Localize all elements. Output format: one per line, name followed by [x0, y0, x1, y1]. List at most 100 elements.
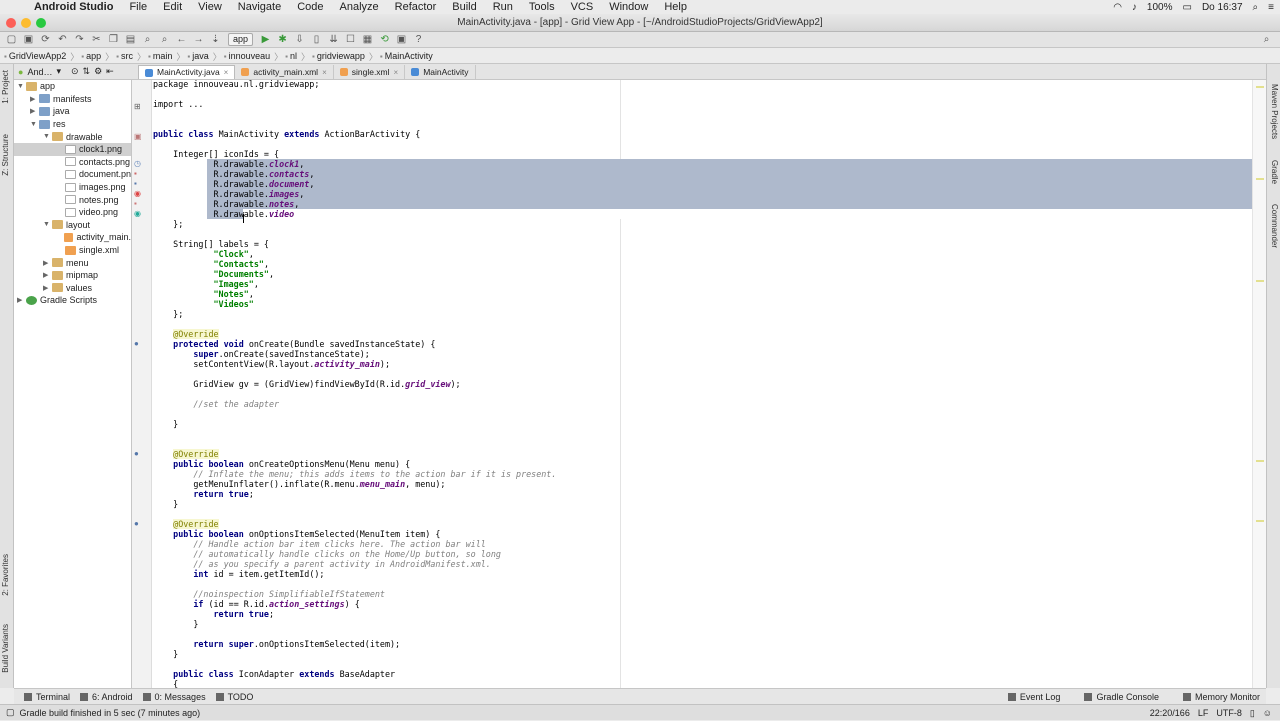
code-line[interactable]: setContentView(R.layout.activity_main);	[153, 359, 1253, 369]
breadcrumb-item[interactable]: ▪ java 〉	[187, 50, 221, 63]
avd-manager-icon[interactable]: ▯	[309, 33, 324, 46]
maven-projects-tool-tab[interactable]: Maven Projects	[1270, 84, 1279, 139]
menu-tools[interactable]: Tools	[529, 1, 555, 13]
chevron-down-icon[interactable]: ▼	[43, 133, 52, 140]
bottom-tool-android[interactable]: 6: Android	[80, 692, 133, 702]
code-line[interactable]	[153, 439, 1253, 449]
tree-item[interactable]: notes.png	[14, 193, 131, 206]
code-line[interactable]: return super.onOptionsItemSelected(item)…	[153, 639, 1253, 649]
collapse-icon[interactable]: ⇅	[83, 66, 91, 77]
code-line[interactable]	[153, 119, 1253, 129]
menu-app-name[interactable]: Android Studio	[34, 1, 113, 13]
breadcrumb-item[interactable]: ▪ gridviewapp 〉	[312, 50, 378, 63]
code-line[interactable]: import ...	[153, 99, 1253, 109]
cut-icon[interactable]: ✂	[89, 33, 104, 46]
project-tool-tab[interactable]: 1: Project	[1, 70, 10, 104]
close-icon[interactable]: ×	[394, 66, 399, 79]
tree-item[interactable]: ▶ Gradle Scripts	[14, 294, 131, 307]
code-line[interactable]: R.drawable.images,	[153, 189, 1253, 199]
open-icon[interactable]: ▢	[4, 33, 19, 46]
line-separator[interactable]: LF	[1198, 708, 1209, 718]
run-configuration-select[interactable]: app	[228, 33, 254, 46]
override-marker-icon[interactable]: ●	[134, 519, 139, 528]
battery-icon[interactable]: ▭	[1183, 2, 1192, 13]
back-icon[interactable]: ←	[174, 33, 189, 46]
warning-stripe-mark[interactable]	[1256, 280, 1264, 282]
code-line[interactable]	[153, 409, 1253, 419]
attach-debugger-icon[interactable]: ⇩	[292, 33, 307, 46]
wifi-icon[interactable]: ◠	[1113, 2, 1122, 13]
status-icon[interactable]: ▢	[6, 707, 15, 718]
sdk-manager-icon[interactable]: ⇊	[326, 33, 341, 46]
code-line[interactable]: "Notes",	[153, 289, 1253, 299]
find-icon[interactable]: ⌕	[140, 33, 155, 46]
code-line[interactable]	[153, 629, 1253, 639]
menu-refactor[interactable]: Refactor	[395, 1, 437, 13]
code-line[interactable]: };	[153, 309, 1253, 319]
tree-item[interactable]: contacts.png	[14, 156, 131, 169]
tree-item[interactable]: ▼ res	[14, 118, 131, 131]
code-line[interactable]: R.drawable.document,	[153, 179, 1253, 189]
code-line[interactable]: }	[153, 499, 1253, 509]
tree-item[interactable]: video.png	[14, 206, 131, 219]
android-monitor-icon[interactable]: ☐	[343, 33, 358, 46]
chevron-right-icon[interactable]: ▶	[30, 95, 39, 103]
breadcrumb-item[interactable]: ▪ innouveau 〉	[224, 50, 283, 63]
code-line[interactable]: if (id == R.id.action_settings) {	[153, 599, 1253, 609]
code-line[interactable]: public boolean onCreateOptionsMenu(Menu …	[153, 459, 1253, 469]
project-structure-icon[interactable]: ▦	[360, 33, 375, 46]
structure-tool-tab[interactable]: Z: Structure	[1, 134, 10, 176]
zoom-window-button[interactable]	[36, 18, 46, 28]
code-line[interactable]	[153, 229, 1253, 239]
forward-icon[interactable]: →	[191, 33, 206, 46]
tree-item[interactable]: ▶ java	[14, 105, 131, 118]
chevron-right-icon[interactable]: ▶	[17, 296, 26, 304]
breadcrumb-item[interactable]: ▪ nl 〉	[285, 50, 310, 63]
save-icon[interactable]: ▣	[21, 33, 36, 46]
code-line[interactable]: return true;	[153, 609, 1253, 619]
code-line[interactable]: "Images",	[153, 279, 1253, 289]
bottom-tool-terminal[interactable]: Terminal	[24, 692, 70, 702]
code-line[interactable]: // as you specify a parent activity in A…	[153, 559, 1253, 569]
tree-item[interactable]: ▼ layout	[14, 219, 131, 232]
build-variants-tool-tab[interactable]: Build Variants	[1, 624, 10, 673]
code-editor[interactable]: ⊞ ▣ ◷ ▪ ▪ ◉ ▪ ◉ ● ● ● package innouveau.…	[132, 80, 1266, 688]
code-line[interactable]: "Clock",	[153, 249, 1253, 259]
code-line[interactable]	[153, 429, 1253, 439]
code-line[interactable]: int id = item.getItemId();	[153, 569, 1253, 579]
code-line[interactable]: protected void onCreate(Bundle savedInst…	[153, 339, 1253, 349]
chevron-right-icon[interactable]: ▶	[43, 271, 52, 279]
warning-stripe-mark[interactable]	[1256, 178, 1264, 180]
code-line[interactable]: "Contacts",	[153, 259, 1253, 269]
sync-panel-icon[interactable]: ⊙	[71, 66, 79, 77]
code-line[interactable]: };	[153, 219, 1253, 229]
tree-item[interactable]: ▶ manifests	[14, 93, 131, 106]
code-line[interactable]	[153, 509, 1253, 519]
code-line[interactable]	[153, 369, 1253, 379]
make-project-icon[interactable]: ⇣	[208, 33, 223, 46]
code-line[interactable]: String[] labels = {	[153, 239, 1253, 249]
menu-navigate[interactable]: Navigate	[238, 1, 281, 13]
editor-tab[interactable]: MainActivity.java ×	[138, 65, 236, 79]
chevron-down-icon[interactable]: ▼	[30, 121, 39, 128]
redo-icon[interactable]: ↷	[72, 33, 87, 46]
replace-icon[interactable]: ⌕	[157, 33, 172, 46]
lock-icon[interactable]: ▯	[1250, 708, 1255, 719]
code-line[interactable]: }	[153, 419, 1253, 429]
tree-item[interactable]: ▼ app	[14, 80, 131, 93]
chevron-right-icon[interactable]: ▶	[43, 259, 52, 267]
breadcrumb-item[interactable]: ▪ app 〉	[81, 50, 114, 63]
breadcrumb-item[interactable]: ▪ src 〉	[116, 50, 146, 63]
editor-tab[interactable]: MainActivity	[405, 65, 476, 79]
chevron-down-icon[interactable]: ▼	[43, 221, 52, 228]
android-device-icon[interactable]: ▣	[394, 33, 409, 46]
tree-item[interactable]: ▶ menu	[14, 256, 131, 269]
breadcrumb-item[interactable]: ▪ MainActivity	[380, 51, 433, 61]
notification-icon[interactable]: ≡	[1268, 2, 1274, 13]
breadcrumb-item[interactable]: ▪ main 〉	[148, 50, 185, 63]
file-encoding[interactable]: UTF-8	[1216, 708, 1242, 718]
bottom-tool-event-log[interactable]: Event Log	[1007, 692, 1060, 702]
git-icon[interactable]: ☺	[1263, 708, 1272, 718]
menu-edit[interactable]: Edit	[163, 1, 182, 13]
menu-build[interactable]: Build	[452, 1, 476, 13]
